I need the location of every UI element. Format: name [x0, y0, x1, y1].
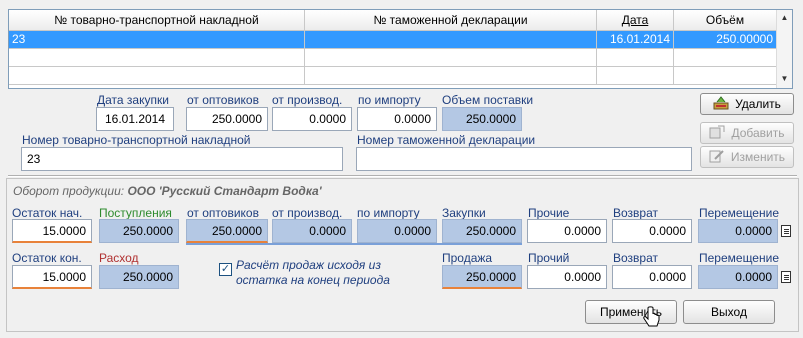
cell-volume[interactable]: 250.00000	[674, 31, 777, 49]
calc-sales-label-line2: остатка на конец периода	[236, 273, 390, 287]
cell-waybill[interactable]: 23	[9, 31, 305, 49]
add-button[interactable]: Добавить	[700, 122, 794, 144]
volume-label: Объем поставки	[442, 93, 534, 107]
section-divider	[8, 175, 797, 177]
cell-customs[interactable]	[305, 31, 597, 49]
row1-other-field[interactable]: 0.0000	[527, 219, 607, 243]
cell-waybill[interactable]	[9, 49, 305, 67]
row1-import-field: 0.0000	[357, 219, 437, 243]
add-icon	[709, 125, 725, 139]
purchases-label: Закупки	[442, 206, 486, 220]
table-row[interactable]	[9, 67, 777, 85]
end-balance-field[interactable]: 15.0000	[12, 265, 92, 289]
delete-button-label: Удалить	[735, 97, 781, 111]
wholesale-field[interactable]: 250.0000	[186, 107, 268, 131]
income-label: Поступления	[99, 206, 172, 220]
waybill-number-label: Номер товарно-транспортной накладной	[22, 133, 251, 147]
start-balance-label: Остаток нач.	[12, 206, 83, 220]
purchase-date-label: Дата закупки	[97, 93, 169, 107]
volume-field: 250.0000	[442, 107, 522, 131]
row1-wholesale-label: от оптовиков	[187, 206, 259, 220]
col-header-customs[interactable]: № таможенной декларации	[305, 10, 597, 31]
scroll-down-icon[interactable]: ▼	[777, 71, 792, 87]
col-header-waybill[interactable]: № товарно-транспортной накладной	[9, 10, 305, 31]
purchase-date-field[interactable]: 16.01.2014	[96, 107, 174, 131]
exit-button-label: Выход	[711, 305, 747, 319]
end-balance-label: Остаток кон.	[12, 251, 82, 265]
calc-sales-label-line1: Расчёт продаж исходя из	[236, 258, 381, 272]
wholesale-label: от оптовиков	[187, 93, 259, 107]
row1-producer-field: 0.0000	[272, 219, 352, 243]
scroll-up-icon[interactable]: ▲	[777, 10, 792, 26]
customs-number-field[interactable]	[356, 147, 692, 171]
turnover-title-prefix: Оборот продукции:	[13, 184, 125, 198]
import-field[interactable]: 0.0000	[357, 107, 437, 131]
row1-move-field: 0.0000	[698, 219, 778, 243]
table-row[interactable]	[9, 49, 777, 67]
row1-producer-label: от производ.	[272, 206, 343, 220]
sales-field: 250.0000	[442, 265, 522, 289]
row1-return-field[interactable]: 0.0000	[612, 219, 692, 243]
cell-date[interactable]	[597, 67, 674, 85]
row2-other-label: Прочий	[528, 251, 570, 265]
row2-move-label: Перемещение	[699, 251, 779, 265]
move-details-icon-2[interactable]	[781, 271, 791, 283]
company-name: ООО 'Русский Стандарт Водка'	[127, 184, 322, 198]
col-header-volume[interactable]: Объём	[674, 10, 777, 31]
col-header-date[interactable]: Дата	[597, 10, 674, 31]
customs-number-label: Номер таможенной декларации	[357, 133, 536, 147]
apply-button[interactable]: Применить	[585, 300, 677, 324]
turnover-title: Оборот продукции: ООО 'Русский Стандарт …	[13, 184, 322, 198]
sales-label: Продажа	[442, 251, 493, 265]
row2-return-label: Возврат	[613, 251, 658, 265]
delete-button[interactable]: Удалить	[700, 93, 794, 115]
edit-button-label: Изменить	[730, 150, 786, 164]
cell-volume[interactable]	[674, 67, 777, 85]
row1-move-label: Перемещение	[699, 206, 779, 220]
income-field: 250.0000	[99, 219, 179, 243]
purchase-group-underline	[186, 243, 522, 245]
expense-field: 250.0000	[99, 265, 179, 289]
cell-date[interactable]: 16.01.2014	[597, 31, 674, 49]
cell-customs[interactable]	[305, 67, 597, 85]
cell-volume[interactable]	[674, 49, 777, 67]
purchases-field: 250.0000	[442, 219, 522, 243]
add-button-label: Добавить	[731, 126, 785, 140]
row2-other-field[interactable]: 0.0000	[527, 265, 607, 289]
row1-other-label: Прочие	[528, 206, 570, 220]
import-label: по импорту	[358, 93, 421, 107]
table-row[interactable]: 23 16.01.2014 250.00000	[9, 31, 777, 49]
row1-import-label: по импорту	[357, 206, 420, 220]
cell-date[interactable]	[597, 49, 674, 67]
producer-field[interactable]: 0.0000	[272, 107, 352, 131]
move-details-icon[interactable]	[781, 225, 791, 237]
waybill-number-field[interactable]: 23	[21, 147, 343, 171]
row2-move-field: 0.0000	[698, 265, 778, 289]
hand-cursor-icon	[642, 306, 662, 330]
row1-return-label: Возврат	[613, 206, 658, 220]
cell-customs[interactable]	[305, 49, 597, 67]
row2-return-field[interactable]: 0.0000	[612, 265, 692, 289]
exit-button[interactable]: Выход	[683, 300, 775, 324]
cell-waybill[interactable]	[9, 67, 305, 85]
row1-wholesale-field: 250.0000	[186, 219, 268, 243]
calc-sales-checkbox[interactable]: ✓	[219, 263, 232, 276]
waybill-grid[interactable]: № товарно-транспортной накладной № тамож…	[8, 9, 793, 89]
start-balance-field[interactable]: 15.0000	[12, 219, 92, 243]
calc-sales-label: Расчёт продаж исходя из остатка на конец…	[236, 258, 390, 288]
grid-scrollbar[interactable]: ▲ ▼	[776, 10, 792, 88]
expense-label: Расход	[99, 251, 139, 265]
edit-button[interactable]: Изменить	[700, 146, 794, 168]
delete-icon	[713, 96, 729, 110]
edit-icon	[709, 149, 725, 163]
producer-label: от производ.	[272, 93, 343, 107]
